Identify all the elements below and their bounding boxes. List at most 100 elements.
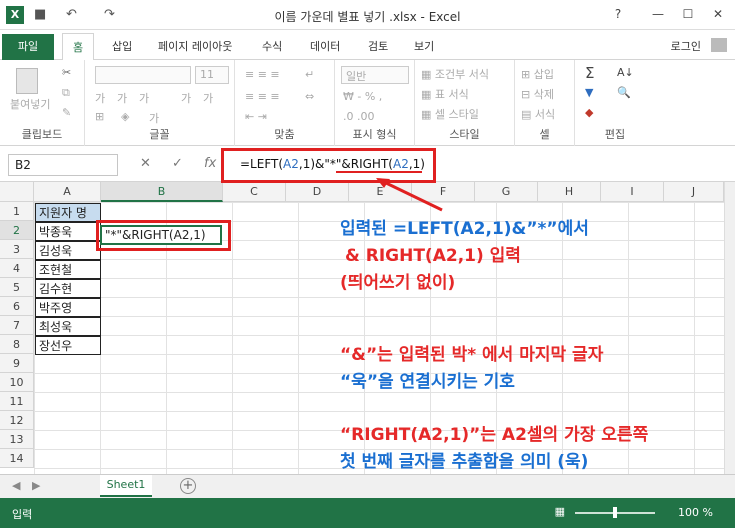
row-header[interactable]: 11 (0, 392, 34, 411)
copy-icon[interactable]: ⧉ (62, 86, 70, 100)
cell-a1[interactable]: 지원자 명 (35, 203, 101, 222)
insert-function-button[interactable]: fx (204, 156, 216, 171)
cell-highlight-box (96, 220, 231, 251)
user-avatar-icon[interactable] (711, 38, 727, 52)
redo-icon[interactable]: ↷ (104, 7, 115, 22)
indent-icon[interactable]: ⇤ ⇥ (245, 110, 267, 123)
paste-button[interactable]: 붙여넣기 (10, 96, 50, 112)
shrink-font-icon[interactable]: 가 (203, 90, 213, 106)
align-top-icon[interactable]: ≡ ≡ ≡ (245, 68, 280, 81)
cancel-formula-button[interactable]: ✕ (140, 156, 151, 171)
clipboard-label: 클립보드 (21, 128, 63, 141)
login-link[interactable]: 로그인 (671, 38, 701, 54)
align-left-icon[interactable]: ≡ ≡ ≡ (245, 90, 280, 103)
table-format-button[interactable]: ▦ 표 서식 (421, 86, 469, 102)
column-header-c[interactable]: C (223, 182, 286, 202)
row-header[interactable]: 12 (0, 411, 34, 430)
row-header[interactable]: 13 (0, 430, 34, 449)
row-header[interactable]: 14 (0, 449, 34, 468)
italic-icon[interactable]: 가 (117, 90, 127, 106)
prev-sheet-icon[interactable]: ◀ (12, 479, 20, 492)
tab-view[interactable]: 보기 (414, 38, 434, 54)
tab-page-layout[interactable]: 페이지 레이아웃 (158, 38, 232, 54)
row-header[interactable]: 9 (0, 354, 34, 373)
cell-a8[interactable]: 장선우 (35, 336, 101, 355)
sort-filter-icon[interactable]: A↓ (617, 66, 634, 79)
annotation-line-6: “RIGHT(A2,1)”는 A2셀의 가장 오른쪽 (340, 425, 649, 445)
zoom-slider-thumb[interactable] (613, 507, 617, 518)
font-name-dropdown[interactable] (95, 66, 191, 84)
vertical-scrollbar[interactable] (724, 182, 735, 474)
format-cells-button[interactable]: ▤ 서식 (521, 106, 555, 122)
wrap-text-icon[interactable]: ↵ (305, 68, 314, 81)
normal-view-icon[interactable]: ▦ (555, 505, 565, 518)
cell-a5[interactable]: 김수현 (35, 279, 101, 298)
column-header-g[interactable]: G (475, 182, 538, 202)
format-painter-icon[interactable]: ✎ (62, 106, 71, 119)
name-box[interactable]: B2 (8, 154, 118, 176)
column-header-h[interactable]: H (538, 182, 601, 202)
maximize-button[interactable]: ☐ (675, 4, 701, 24)
find-icon[interactable]: 🔍 (617, 86, 631, 99)
number-format-dropdown[interactable]: 일반 (341, 66, 409, 84)
border-icon[interactable]: ⊞ (95, 110, 104, 123)
close-button[interactable]: ✕ (705, 4, 731, 24)
cell-a7[interactable]: 최성욱 (35, 317, 101, 336)
row-header[interactable]: 2 (0, 221, 34, 240)
enter-formula-button[interactable]: ✓ (172, 156, 183, 171)
column-header-a[interactable]: A (34, 182, 101, 202)
tab-home[interactable]: 홈 (62, 33, 95, 61)
undo-icon[interactable]: ↶ (66, 7, 77, 22)
row-header[interactable]: 7 (0, 316, 34, 335)
zoom-level[interactable]: 100 % (678, 506, 713, 519)
row-header[interactable]: 8 (0, 335, 34, 354)
minimize-button[interactable]: — (645, 4, 671, 24)
select-all-corner[interactable] (0, 182, 34, 202)
tab-file[interactable]: 파일 (2, 34, 54, 60)
cut-icon[interactable]: ✂ (62, 66, 71, 79)
cell-a6[interactable]: 박주영 (35, 298, 101, 317)
row-header[interactable]: 10 (0, 373, 34, 392)
help-icon[interactable]: ? (605, 4, 631, 24)
clear-icon[interactable]: ◆ (585, 106, 593, 119)
save-icon[interactable]: ■ (34, 7, 46, 22)
bold-icon[interactable]: 가 (95, 90, 105, 106)
cell-a3[interactable]: 김성욱 (35, 241, 101, 260)
row-header[interactable]: 3 (0, 240, 34, 259)
fill-icon[interactable]: ▼ (585, 86, 593, 99)
merge-cells-icon[interactable]: ⇔ (305, 90, 314, 103)
next-sheet-icon[interactable]: ▶ (32, 479, 40, 492)
fill-color-icon[interactable]: ◈ (121, 110, 129, 123)
tab-formulas[interactable]: 수식 (262, 38, 282, 54)
cell-style-button[interactable]: ▦ 셀 스타일 (421, 106, 479, 122)
autosum-icon[interactable]: Σ (585, 64, 594, 82)
decimal-icon[interactable]: .0 .00 (343, 110, 375, 123)
row-header[interactable]: 5 (0, 278, 34, 297)
row-header[interactable]: 4 (0, 259, 34, 278)
insert-cells-button[interactable]: ⊞ 삽입 (521, 66, 554, 82)
add-sheet-button[interactable]: + (180, 478, 196, 494)
cell-a2[interactable]: 박종욱 (35, 222, 101, 241)
tab-data[interactable]: 데이터 (310, 38, 340, 54)
column-header-d[interactable]: D (286, 182, 349, 202)
column-header-b[interactable]: B (101, 182, 223, 202)
font-size-dropdown[interactable]: 11 (195, 66, 229, 84)
sheet-tab-sheet1[interactable]: Sheet1 (100, 475, 152, 497)
cell-a4[interactable]: 조현철 (35, 260, 101, 279)
delete-cells-button[interactable]: ⊟ 삭제 (521, 86, 554, 102)
ribbon-tabs: 파일 홈 삽입 페이지 레이아웃 수식 데이터 검토 보기 로그인 (0, 30, 735, 61)
tab-review[interactable]: 검토 (368, 38, 388, 54)
alignment-group: ≡ ≡ ≡ ≡ ≡ ≡ ⇤ ⇥ ↵ ⇔ 맞춤 (235, 60, 335, 146)
grow-font-icon[interactable]: 가 (181, 90, 191, 106)
paste-icon[interactable] (16, 68, 38, 94)
underline-icon[interactable]: 가 (139, 90, 149, 106)
tab-insert[interactable]: 삽입 (112, 38, 132, 54)
currency-icon[interactable]: ₩ - % , (343, 90, 382, 103)
row-header[interactable]: 6 (0, 297, 34, 316)
styles-label: 스타일 (449, 128, 480, 141)
conditional-format-button[interactable]: ▦ 조건부 서식 (421, 66, 489, 82)
font-color-icon[interactable]: 가 (149, 110, 159, 126)
column-header-j[interactable]: J (664, 182, 724, 202)
row-header[interactable]: 1 (0, 202, 34, 221)
column-header-i[interactable]: I (601, 182, 664, 202)
